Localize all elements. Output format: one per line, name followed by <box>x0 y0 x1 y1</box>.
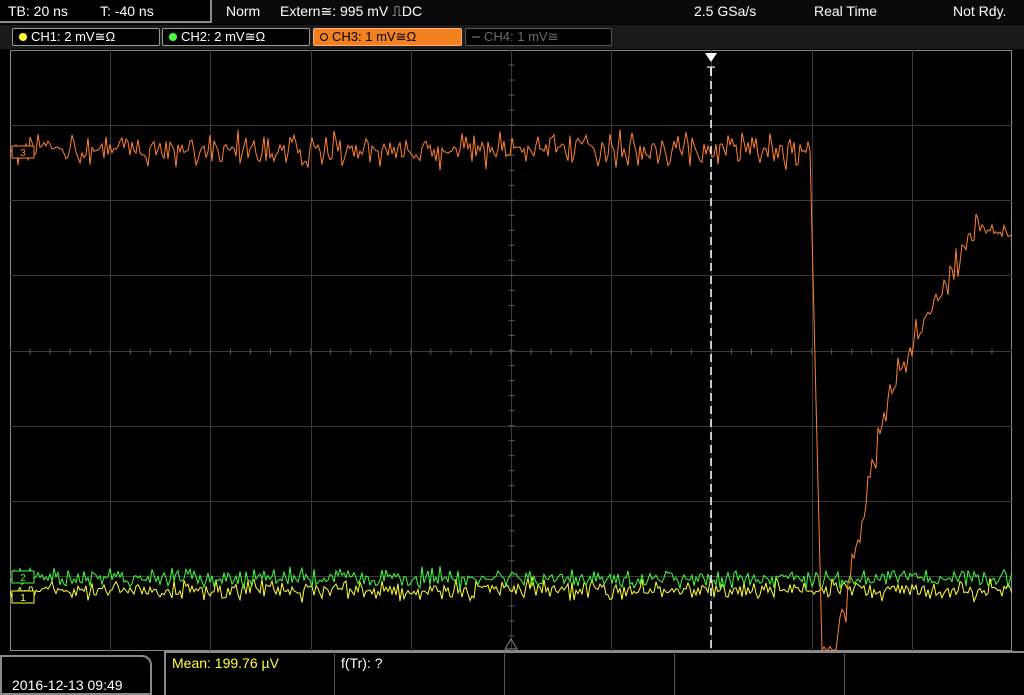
measurement-1[interactable]: Mean: 199.76 µV <box>164 651 334 695</box>
acquisition-mode: Real Time <box>814 3 878 19</box>
measurement-4[interactable] <box>674 651 844 695</box>
ch3-label: CH3: 1 mV≅Ω <box>332 29 417 44</box>
ch4-indicator-icon <box>472 36 480 38</box>
ch3-ref-label: 3 <box>20 148 26 159</box>
ch1-label: CH1: 2 mV≅Ω <box>31 29 116 44</box>
ch3-tab[interactable]: CH3: 1 mV≅Ω <box>313 28 462 46</box>
ch1-indicator-icon <box>19 33 27 41</box>
trigger-offset-label: T: -40 ns <box>100 3 154 19</box>
ch1-ref-label: 1 <box>20 593 26 604</box>
ch3-indicator-icon <box>320 33 328 41</box>
ch2-ref-label: 2 <box>20 573 26 584</box>
ch4-tab[interactable]: CH4: 1 mV≅ <box>465 28 612 46</box>
ch2-tab[interactable]: CH2: 2 mV≅Ω <box>162 28 310 46</box>
ch4-label: CH4: 1 mV≅ <box>484 29 559 44</box>
datetime-label: 2016-12-13 09:49 <box>12 677 123 693</box>
measurement-bar: 2016-12-13 09:49 Mean: 199.76 µV f(Tr): … <box>0 651 1024 695</box>
timebase-label: TB: 20 ns <box>8 3 68 19</box>
datetime-box: 2016-12-13 09:49 <box>0 655 152 695</box>
waveform-display[interactable]: T 3 2 1 <box>9 49 1013 652</box>
status-bar: TB: 20 ns T: -40 ns Norm Extern≅: 995 mV… <box>0 0 1024 24</box>
sample-rate: 2.5 GSa/s <box>694 3 757 19</box>
measurement-5[interactable] <box>844 651 1024 695</box>
ch2-label: CH2: 2 mV≅Ω <box>181 29 266 44</box>
ch2-indicator-icon <box>169 33 177 41</box>
measurement-1-label: Mean: 199.76 µV <box>172 655 279 671</box>
trigger-source[interactable]: Extern≅: 995 mV ⎍DC <box>280 3 422 20</box>
trigger-marker: T <box>707 63 716 79</box>
run-state: Not Rdy. <box>953 3 1007 19</box>
timebase-box[interactable]: TB: 20 ns T: -40 ns <box>0 0 212 23</box>
measurement-3[interactable] <box>504 651 674 695</box>
ch1-tab[interactable]: CH1: 2 mV≅Ω <box>12 28 160 46</box>
ch3-ref-marker[interactable]: 3 <box>11 145 35 159</box>
measurement-2[interactable]: f(Tr): ? <box>334 651 504 695</box>
ch2-ref-marker[interactable]: 2 <box>11 570 35 584</box>
ch1-ref-marker[interactable]: 1 <box>11 590 35 604</box>
measurement-2-label: f(Tr): ? <box>341 655 383 671</box>
scope-screen[interactable]: T 3 2 1 <box>9 49 1013 652</box>
trigger-mode[interactable]: Norm <box>226 3 260 19</box>
channel-bar: CH1: 2 mV≅Ω CH2: 2 mV≅Ω CH3: 1 mV≅Ω CH4:… <box>0 25 1024 49</box>
